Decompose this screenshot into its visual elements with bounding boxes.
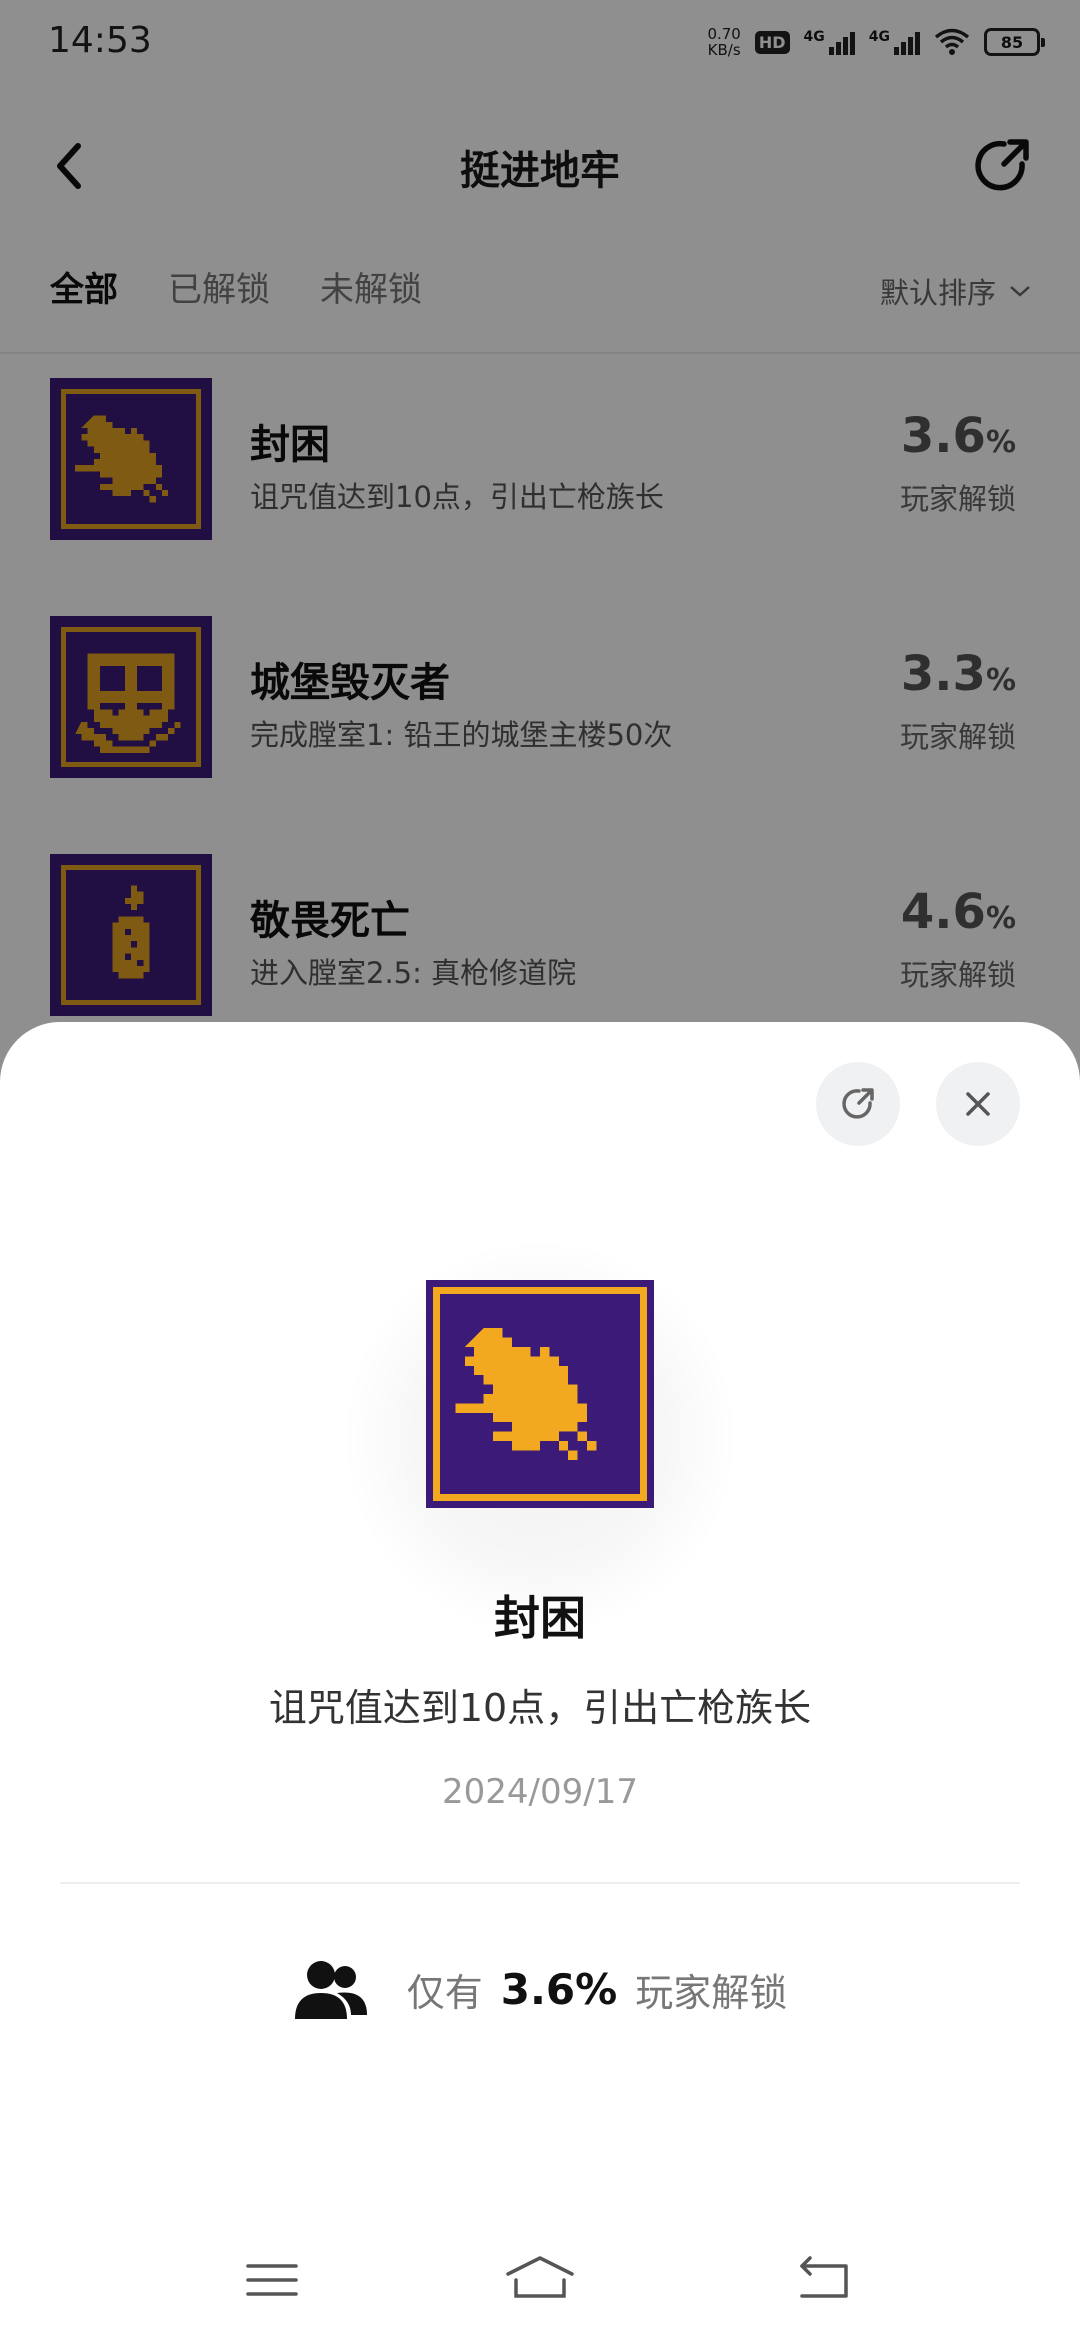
detail-description: 诅咒值达到10点，引出亡枪族长 bbox=[268, 1686, 812, 1730]
unlock-date: 2024/09/17 bbox=[442, 1772, 638, 1812]
close-icon bbox=[966, 1092, 990, 1116]
stat-percent: 3.6% bbox=[500, 1964, 618, 2014]
stat-suffix: 玩家解锁 bbox=[635, 1970, 788, 2015]
stat-prefix: 仅有 bbox=[406, 1970, 483, 2015]
close-button[interactable] bbox=[936, 1062, 1020, 1146]
users-icon bbox=[294, 1961, 367, 2019]
achievement-large-icon bbox=[426, 1280, 654, 1508]
detail-title: 封困 bbox=[494, 1591, 586, 1645]
menu-icon[interactable] bbox=[236, 2250, 308, 2310]
winged-creature-icon bbox=[455, 1328, 597, 1460]
system-nav-bar bbox=[0, 2220, 1080, 2340]
back-nav-icon[interactable] bbox=[788, 2250, 860, 2310]
unlock-stat: 仅有 3.6% 玩家解锁 bbox=[0, 1957, 1080, 2021]
achievement-detail-sheet: 封困 诅咒值达到10点，引出亡枪族长 2024/09/17 仅有 3.6% 玩家… bbox=[0, 1022, 1080, 2340]
share-icon bbox=[842, 1088, 874, 1119]
home-icon[interactable] bbox=[504, 2250, 576, 2310]
divider bbox=[60, 1882, 1020, 1884]
sheet-share-button[interactable] bbox=[816, 1062, 900, 1146]
